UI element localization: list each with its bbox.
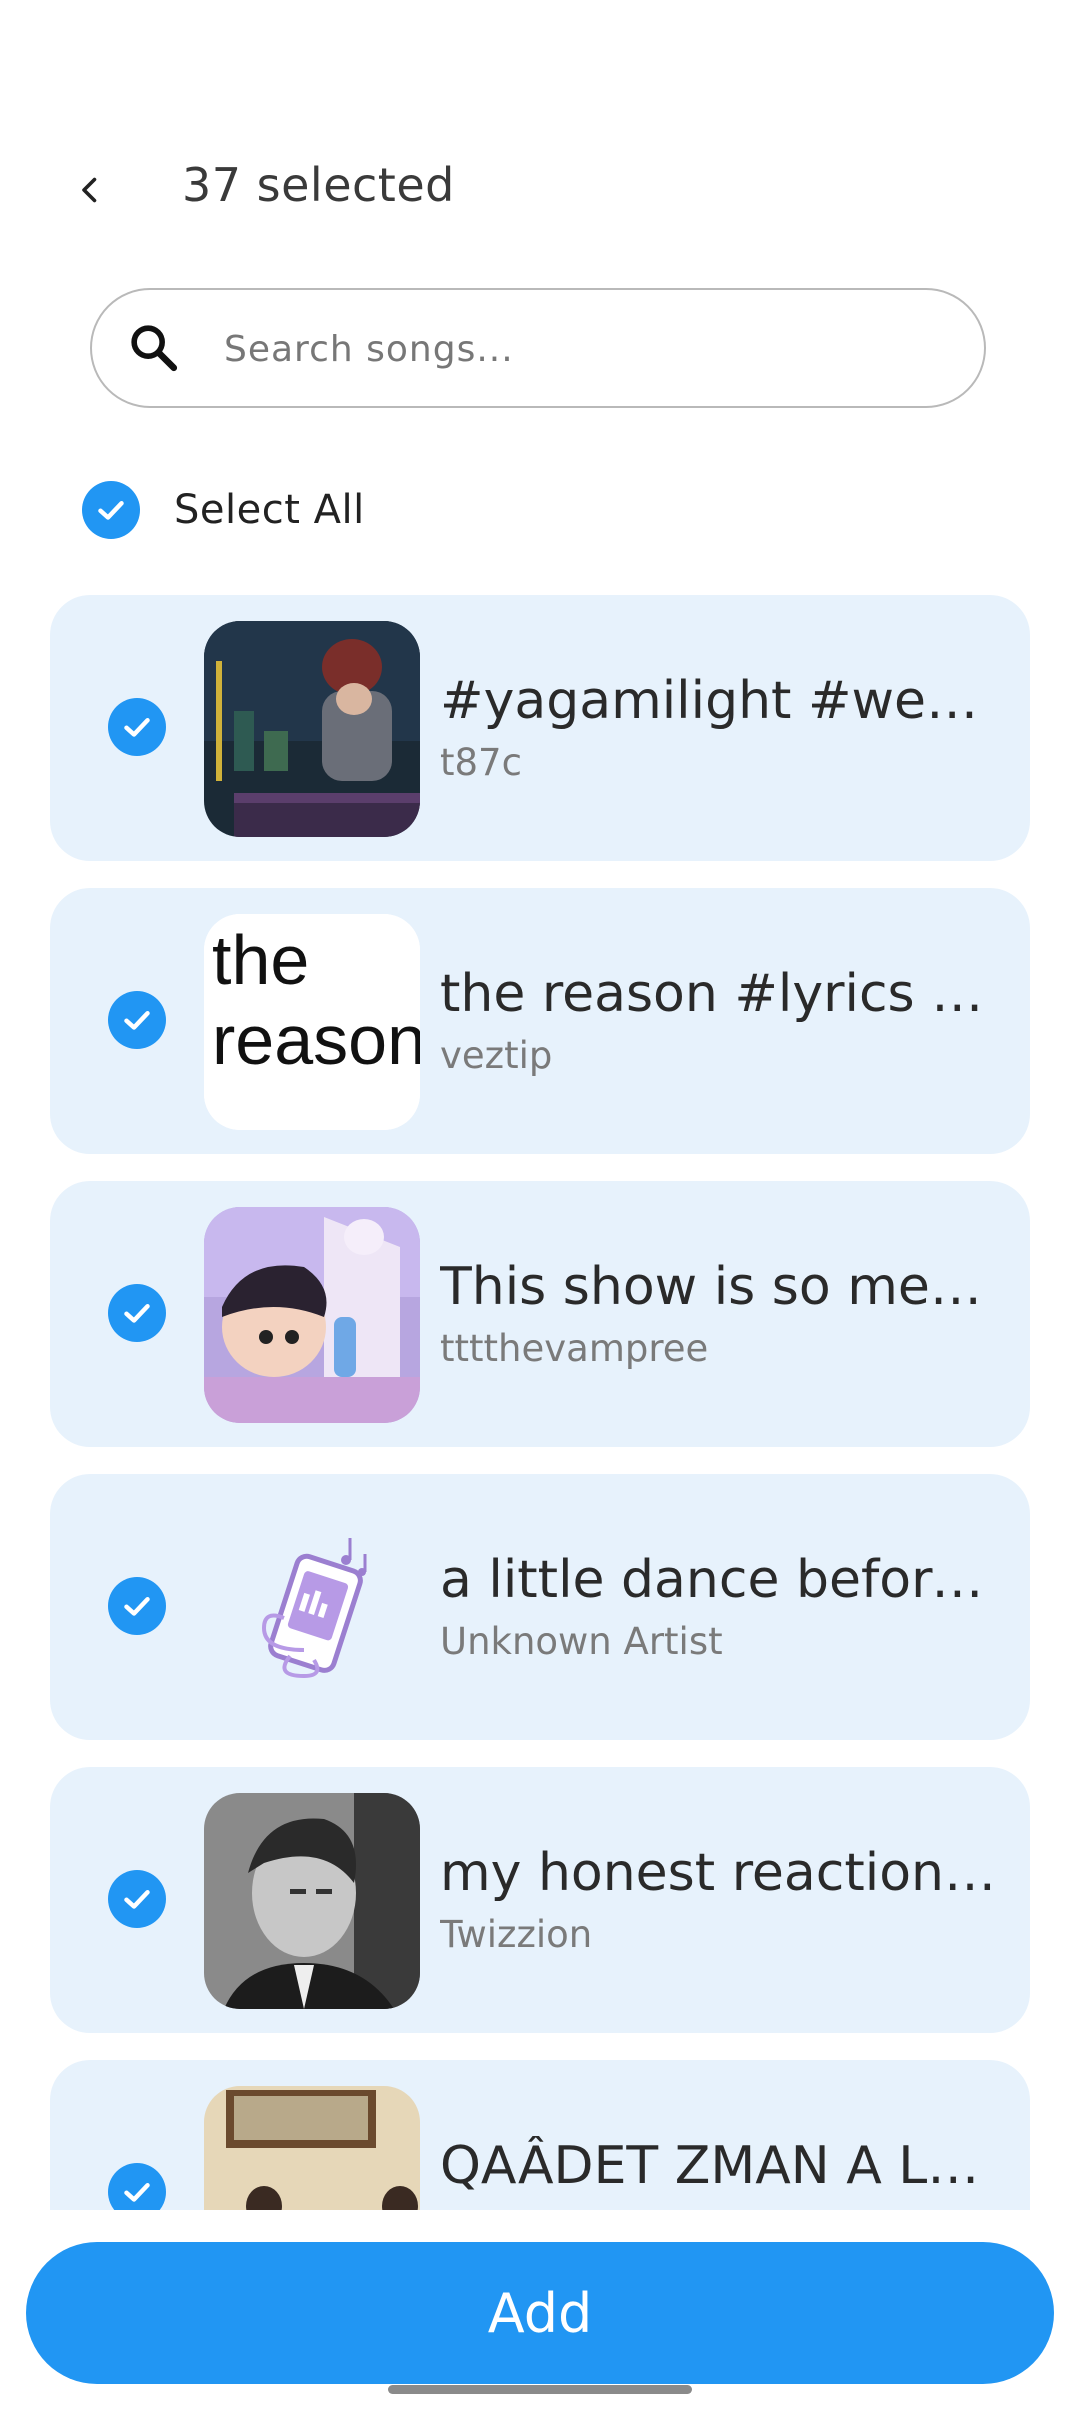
song-checkbox[interactable] — [108, 1284, 166, 1342]
song-item[interactable]: #yagamilight #wek... t87c — [50, 595, 1030, 861]
song-artwork — [204, 1207, 420, 1423]
song-checkbox[interactable] — [108, 1577, 166, 1635]
song-title: the reason #lyrics #... — [440, 964, 1000, 1024]
song-title: QAÂDET ZMAN A LE PL... — [440, 2136, 1000, 2196]
song-artist: veztip — [440, 1034, 553, 1077]
check-icon — [124, 718, 150, 737]
add-button[interactable]: Add — [26, 2242, 1054, 2384]
song-checkbox[interactable] — [108, 1870, 166, 1928]
artwork-text-line-2: reason — [212, 1001, 420, 1079]
song-title: This show is so mes... — [440, 1257, 1000, 1317]
song-item[interactable]: QAÂDET ZMAN A LE PL... — [50, 2060, 1030, 2210]
song-checkbox[interactable] — [108, 991, 166, 1049]
song-item[interactable]: This show is so mes... tttthevampree — [50, 1181, 1030, 1447]
song-artist: Unknown Artist — [440, 1620, 723, 1663]
song-artist: tttthevampree — [440, 1327, 709, 1370]
search-icon — [131, 325, 178, 372]
song-artwork — [204, 621, 420, 837]
song-artist: t87c — [440, 741, 522, 784]
check-icon — [124, 2183, 150, 2202]
song-artwork: the reason — [204, 914, 420, 1130]
artwork-text-line-1: the — [212, 921, 309, 999]
check-icon — [124, 1011, 150, 1030]
search-input[interactable] — [222, 312, 946, 386]
song-item[interactable]: my honest reaction (... Twizzion — [50, 1767, 1030, 2033]
song-title: a little dance before ... — [440, 1550, 1000, 1610]
page-title: 37 selected — [182, 158, 455, 212]
top-bar: 37 selected — [0, 130, 1080, 250]
song-artwork — [204, 1793, 420, 2009]
song-item[interactable]: the reason the reason #lyrics #... vezti… — [50, 888, 1030, 1154]
song-title: my honest reaction (... — [440, 1843, 1000, 1903]
check-icon — [98, 501, 124, 520]
select-all-row[interactable]: Select All — [82, 478, 365, 542]
song-list[interactable]: #yagamilight #wek... t87c the reason the… — [50, 595, 1030, 2210]
home-indicator — [388, 2385, 692, 2394]
select-all-checkbox[interactable] — [82, 481, 140, 539]
search-bar[interactable] — [90, 288, 986, 408]
check-icon — [124, 1890, 150, 1909]
song-title: #yagamilight #wek... — [440, 671, 1000, 731]
song-checkbox[interactable] — [108, 2163, 166, 2210]
check-icon — [124, 1304, 150, 1323]
back-button[interactable] — [60, 160, 120, 220]
song-checkbox[interactable] — [108, 698, 166, 756]
song-item[interactable]: a little dance before ... Unknown Artist — [50, 1474, 1030, 1740]
check-icon — [124, 1597, 150, 1616]
song-artwork — [204, 2086, 420, 2210]
chevron-left-icon — [82, 177, 97, 203]
select-all-label: Select All — [174, 487, 365, 533]
song-artist: Twizzion — [440, 1913, 593, 1956]
music-player-icon — [204, 1500, 420, 1716]
